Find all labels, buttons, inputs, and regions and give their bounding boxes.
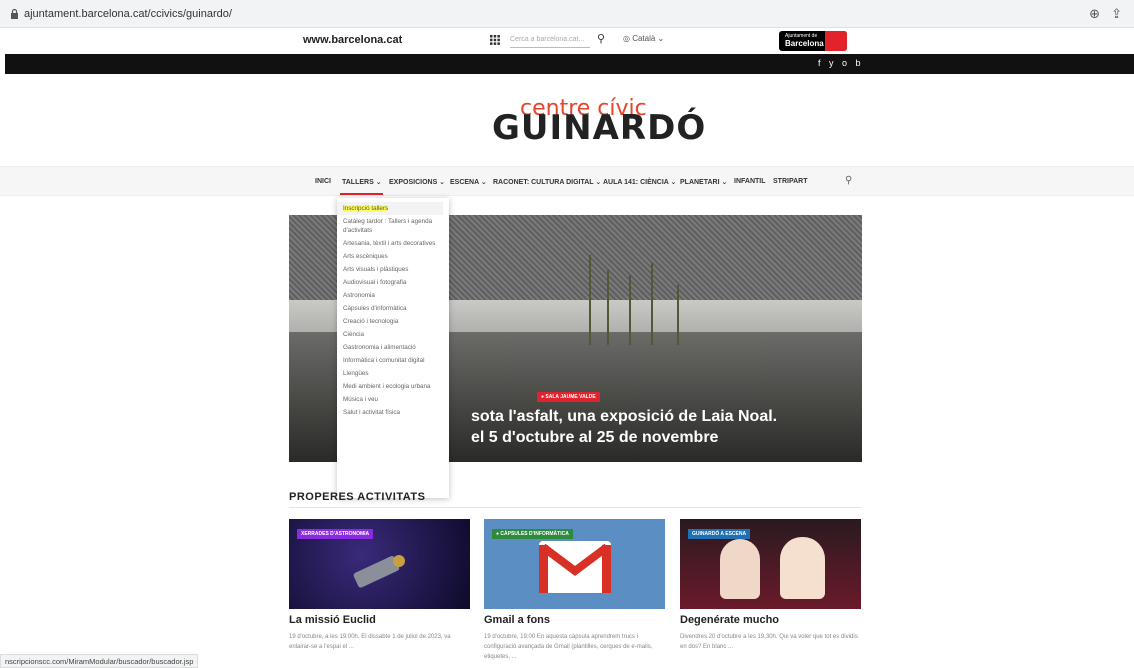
- social-bar: f y o b: [5, 54, 1134, 74]
- social-icons[interactable]: f y o b: [818, 58, 864, 68]
- browser-status-bar: nscripcionscc.com/MiramModular/buscador/…: [0, 654, 199, 668]
- nav-item-raconet[interactable]: RACONET: CULTURA DIGITAL ⌄: [493, 178, 601, 186]
- hero-badge[interactable]: ● SALA JAUME VALDE: [537, 392, 600, 402]
- tallers-dropdown-menu: Inscripció tallers Catàleg tardor : Tall…: [337, 198, 449, 498]
- activity-card-image[interactable]: ● CÀPSULES D'INFORMÀTICA: [484, 519, 665, 609]
- hero-title-line-2[interactable]: el 5 d'octubre al 25 de novembre: [471, 429, 718, 447]
- dropdown-item[interactable]: Llengües: [337, 367, 443, 380]
- activity-description: Divendres 20 d'octubre a les 19.30h. Qui…: [680, 634, 858, 650]
- telescope-icon: [353, 555, 405, 588]
- nav-item-aula141[interactable]: AULA 141: CIÈNCIA ⌄: [603, 178, 676, 186]
- apps-grid-icon[interactable]: [490, 35, 500, 45]
- plant-stem: [651, 263, 653, 345]
- browser-address-bar[interactable]: ajuntament.barcelona.cat/ccivics/guinard…: [0, 0, 1134, 28]
- activity-badge[interactable]: GUINARDÓ A ESCENA: [688, 529, 751, 539]
- nav-item-tallers[interactable]: TALLERS ⌄: [342, 178, 382, 186]
- nav-item-escena[interactable]: ESCENA ⌄: [450, 178, 487, 186]
- dropdown-item[interactable]: Gastronomia i alimentació: [337, 341, 443, 354]
- nav-item-planetari[interactable]: PLANETARI ⌄: [680, 178, 727, 186]
- section-divider: [289, 507, 862, 508]
- main-navigation: INICI TALLERS ⌄ EXPOSICIONS ⌄ ESCENA ⌄ R…: [0, 166, 1134, 196]
- nav-search-icon[interactable]: ⚲: [845, 175, 852, 186]
- gmail-icon: [539, 541, 611, 593]
- activity-description: 19 d'octubre, a les 19:00h. El dissabte …: [289, 634, 451, 650]
- site-search-input[interactable]: Cerca a barcelona.cat...: [510, 33, 590, 48]
- activity-title[interactable]: Gmail a fons: [484, 614, 550, 626]
- hero-title-line-1[interactable]: sota l'asfalt, una exposició de Laia Noa…: [471, 408, 777, 426]
- dropdown-item[interactable]: Arts escèniques: [337, 250, 443, 263]
- nav-item-inici[interactable]: INICI: [315, 178, 331, 185]
- dropdown-item[interactable]: Artesania, tèxtil i arts decoratives: [337, 237, 443, 250]
- dropdown-item[interactable]: Salut i activitat física: [337, 406, 443, 419]
- activity-card-image[interactable]: GUINARDÓ A ESCENA: [680, 519, 861, 609]
- barcelona-shield-icon: [825, 31, 847, 51]
- brand-line-2: GUINARDÓ: [492, 108, 707, 148]
- plant-stem: [607, 270, 609, 345]
- plant-stem: [629, 275, 631, 345]
- dropdown-item[interactable]: Càpsules d'informàtica: [337, 302, 443, 315]
- dropdown-item[interactable]: Medi ambient i ecologia urbana: [337, 380, 443, 393]
- performer-figure: [780, 537, 825, 599]
- zoom-icon[interactable]: ⊕: [1089, 6, 1100, 22]
- dropdown-item[interactable]: Música i veu: [337, 393, 443, 406]
- activity-description: 19 d'octubre, 19:00 En aquesta càpsula a…: [484, 634, 653, 660]
- nav-item-exposicions[interactable]: EXPOSICIONS ⌄: [389, 178, 445, 186]
- logo-big-text: Barcelona: [785, 39, 824, 48]
- performer-figure: [720, 539, 760, 599]
- dropdown-item-inscripcio[interactable]: Inscripció tallers: [337, 202, 443, 215]
- ajuntament-logo[interactable]: Ajuntament de Barcelona: [779, 31, 847, 51]
- nav-item-stripart[interactable]: STRIPART: [773, 178, 807, 185]
- nav-item-infantil[interactable]: INFANTIL: [734, 178, 766, 185]
- plant-stem: [677, 285, 679, 345]
- dropdown-item[interactable]: Arts visuals i plàstiques: [337, 263, 443, 276]
- barcelona-site-link[interactable]: www.barcelona.cat: [303, 34, 402, 46]
- language-selector[interactable]: ◎ Català ⌄: [623, 34, 664, 43]
- dropdown-item[interactable]: Catàleg tardor : Tallers i agenda d'acti…: [337, 215, 443, 237]
- search-icon[interactable]: ⚲: [597, 32, 605, 45]
- activity-card-image[interactable]: XERRADES D'ASTRONOMIA: [289, 519, 470, 609]
- activity-title[interactable]: La missió Euclid: [289, 614, 376, 626]
- language-label: Català: [632, 34, 656, 43]
- plant-stem: [589, 255, 591, 345]
- dropdown-item[interactable]: Creació i tecnologia: [337, 315, 443, 328]
- dropdown-item[interactable]: Astronomia: [337, 289, 443, 302]
- url-text[interactable]: ajuntament.barcelona.cat/ccivics/guinard…: [24, 8, 232, 20]
- activity-badge[interactable]: XERRADES D'ASTRONOMIA: [297, 529, 374, 539]
- barcelona-top-bar: www.barcelona.cat Cerca a barcelona.cat.…: [0, 28, 1134, 54]
- share-icon[interactable]: ⇪: [1111, 6, 1122, 22]
- dropdown-item[interactable]: Informàtica i comunitat digital: [337, 354, 443, 367]
- section-heading: PROPERES ACTIVITATS: [289, 491, 426, 503]
- dropdown-item[interactable]: Audiovisual i fotografia: [337, 276, 443, 289]
- active-nav-underline: [340, 193, 383, 195]
- dropdown-item[interactable]: Ciència: [337, 328, 443, 341]
- lock-icon: [11, 8, 18, 19]
- activity-title[interactable]: Degenérate mucho: [680, 614, 779, 626]
- activity-badge[interactable]: ● CÀPSULES D'INFORMÀTICA: [492, 529, 573, 539]
